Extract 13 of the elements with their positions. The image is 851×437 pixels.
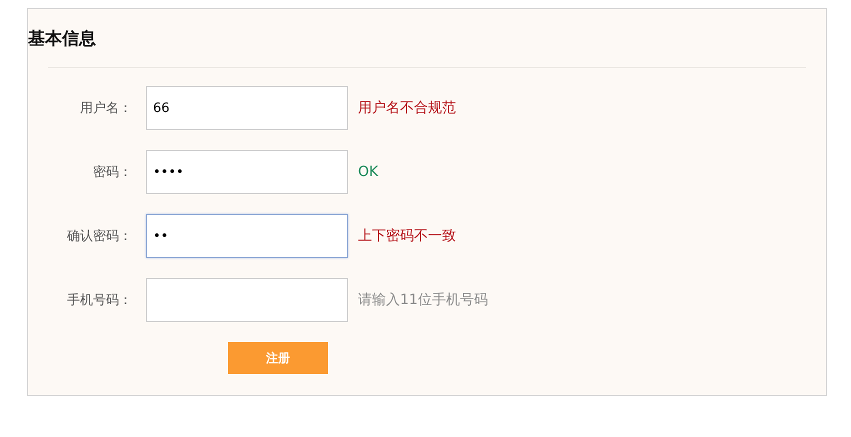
field-label: 手机号码： [66,292,132,309]
input-field[interactable]: 66 [146,86,348,130]
validation-message: 用户名不合规范 [358,99,456,117]
input-field[interactable]: •• [146,214,348,258]
validation-message: 上下密码不一致 [358,227,456,245]
field-label: 确认密码： [66,228,132,245]
input-field[interactable] [146,278,348,322]
validation-message: 请输入11位手机号码 [358,291,488,309]
field-label: 密码： [92,164,132,181]
field-label: 用户名： [79,100,132,117]
validation-message: OK [358,164,378,180]
input-field[interactable]: •••• [146,150,348,194]
section-title: 基本信息 [28,28,96,50]
